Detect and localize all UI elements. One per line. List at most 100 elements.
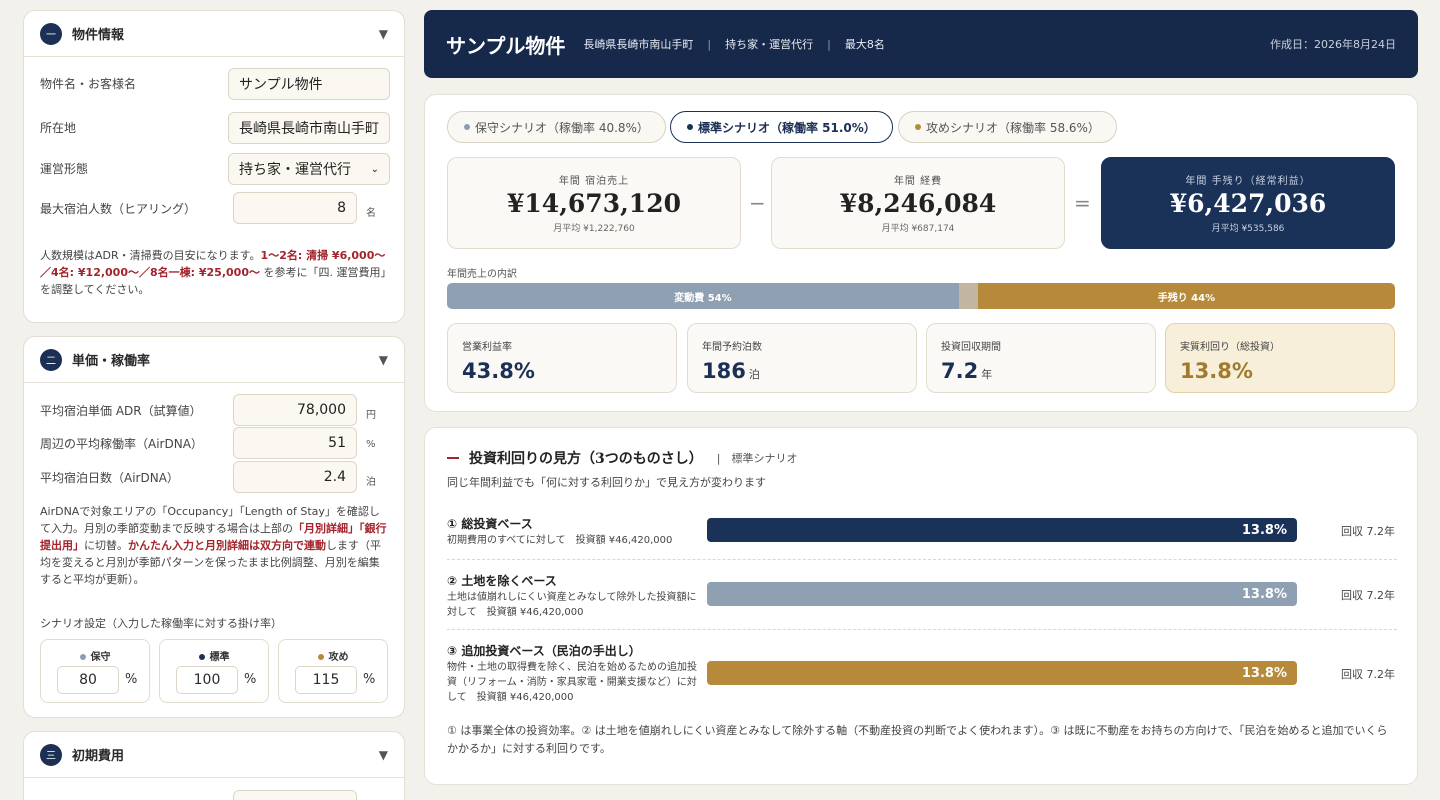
property-info-header[interactable]: 一 物件情報 ▼	[24, 11, 404, 57]
kpi-value: 43.8%	[462, 359, 676, 383]
property-name-input[interactable]: サンプル物件	[228, 68, 390, 100]
kpi-unit: 泊	[748, 368, 760, 381]
section-number-badge: 三	[40, 743, 62, 766]
field-label: 周辺の平均稼働率（AirDNA）	[40, 437, 203, 451]
annual-expense-box: 年間 経費 ¥8,246,084 月平均 ¥687,174	[771, 157, 1065, 249]
yield-subtitle: 同じ年間利益でも「何に対する利回りか」で見え方が変わります	[447, 476, 766, 489]
kpi-unit: 年	[981, 368, 993, 381]
address-input[interactable]: 長崎県長崎市南山手町	[228, 112, 390, 144]
scenario-aggressive: 攻め 115 %	[278, 639, 388, 703]
revenue-monthly: 月平均 ¥1,222,760	[553, 224, 635, 234]
annual-profit-box: 年間 手残り（経常利益） ¥6,427,036 月平均 ¥535,586	[1101, 157, 1395, 249]
kpi-caption: 投資回収期間	[941, 342, 1001, 353]
tab-conservative-scenario[interactable]: 保守シナリオ（稼働率 40.8%）	[447, 111, 666, 143]
percent-unit: %	[363, 672, 376, 687]
scenario-conservative-input[interactable]: 80	[57, 666, 119, 694]
other-segment	[958, 283, 978, 309]
unit-label: %	[366, 439, 376, 450]
tab-label: 保守シナリオ（稼働率 40.8%）	[475, 120, 649, 135]
revenue-value: ¥14,673,120	[507, 189, 681, 218]
length-of-stay-input[interactable]: 2.4	[233, 461, 357, 493]
scenario-setting-label: シナリオ設定（入力した稼働率に対する掛け率）	[40, 617, 282, 630]
airdna-note: AirDNAで対象エリアの「Occupancy」「Length of Stay」…	[40, 503, 390, 588]
kpi-caption: 年間予約泊数	[702, 342, 762, 353]
initial-cost-input[interactable]	[233, 790, 357, 800]
max-guests-input[interactable]: 8	[233, 192, 357, 224]
scenario-name: 標準	[209, 652, 230, 663]
yield-title: 投資利回りの見方（3つのものさし）	[469, 451, 703, 467]
rates-card: 二 単価・稼働率 ▼ 平均宿泊単価 ADR（試算値） 78,000 円 周辺の平…	[23, 336, 405, 718]
select-value: 持ち家・運営代行	[239, 162, 351, 178]
scenario-standard-input[interactable]: 100	[176, 666, 238, 694]
scenario-standard: 標準 100 %	[159, 639, 269, 703]
yield-payback: 回収 7.2年	[1341, 525, 1395, 538]
kpi-payback-period: 投資回収期間 7.2 年	[926, 323, 1156, 393]
tab-standard-scenario[interactable]: 標準シナリオ（稼働率 51.0%）	[670, 111, 893, 143]
variable-cost-segment: 変動費 54%	[447, 283, 959, 309]
divider	[447, 629, 1397, 630]
page-title: サンプル物件	[446, 33, 566, 58]
yield-bar-additional: 13.8%	[707, 661, 1297, 685]
tab-aggressive-scenario[interactable]: 攻めシナリオ（稼働率 58.6%）	[898, 111, 1117, 143]
yield-heading: 投資利回りの見方（3つのものさし） | 標準シナリオ	[447, 448, 797, 468]
initial-cost-card: 三 初期費用 ▼	[23, 731, 405, 800]
initial-cost-header[interactable]: 三 初期費用 ▼	[24, 732, 404, 778]
chevron-down-icon[interactable]: ▼	[379, 353, 388, 367]
expense-caption: 年間 経費	[893, 176, 943, 187]
note-highlight: かんたん入力と月別詳細は双方向で連動	[128, 539, 326, 552]
profit-caption: 年間 手残り（経常利益）	[1185, 176, 1311, 187]
yield-bar-total: 13.8%	[707, 518, 1297, 542]
note-text: 人数規模はADR・清掃費の目安になります。	[40, 249, 261, 262]
tab-label: 標準シナリオ（稼働率 51.0%）	[698, 120, 876, 135]
section-title: 物件情報	[72, 28, 125, 43]
yield-payback: 回収 7.2年	[1341, 668, 1395, 681]
header-capacity: 最大8名	[844, 38, 885, 51]
minus-sign: −	[749, 191, 766, 215]
separator: |	[707, 37, 712, 51]
field-label: 平均宿泊日数（AirDNA）	[40, 471, 179, 485]
kpi-operating-margin: 営業利益率 43.8%	[447, 323, 677, 393]
dot-icon	[687, 124, 693, 130]
dot-icon	[915, 124, 921, 130]
kpi-number: 186	[702, 359, 746, 383]
yield-footnote: ① は事業全体の投資効率。② は土地を値崩れしにくい資産とみなして除外する軸（不…	[447, 724, 1388, 755]
yield-row-desc: 土地は値崩れしにくい資産とみなして除外した投資額に対して 投資額 ¥46,420…	[447, 592, 697, 618]
yield-row-desc: 初期費用のすべてに対して 投資額 ¥46,420,000	[447, 535, 673, 546]
summary-panel: 保守シナリオ（稼働率 40.8%） 標準シナリオ（稼働率 51.0%） 攻めシナ…	[424, 94, 1418, 412]
breakdown-label: 年間売上の内訳	[447, 269, 517, 280]
kpi-number: 7.2	[941, 359, 979, 383]
unit-label: 円	[366, 410, 376, 421]
yield-panel: 投資利回りの見方（3つのものさし） | 標準シナリオ 同じ年間利益でも「何に対す…	[424, 427, 1418, 785]
report-header: サンプル物件 長崎県長崎市南山手町 | 持ち家・運営代行 | 最大8名 作成日：…	[424, 10, 1418, 78]
adr-input[interactable]: 78,000	[233, 394, 357, 426]
profit-segment: 手残り 44%	[977, 283, 1395, 309]
field-label: 物件名・お客様名	[40, 77, 137, 91]
percent-unit: %	[244, 672, 257, 687]
property-info-card: 一 物件情報 ▼ 物件名・お客様名 サンプル物件 所在地 長崎県長崎市南山手町 …	[23, 10, 405, 323]
kpi-annual-nights: 年間予約泊数 186 泊	[687, 323, 917, 393]
kpi-caption: 実質利回り（総投資）	[1180, 342, 1280, 353]
scenario-aggressive-input[interactable]: 115	[295, 666, 357, 694]
percent-unit: %	[125, 672, 138, 687]
rates-header[interactable]: 二 単価・稼働率 ▼	[24, 337, 404, 383]
kpi-number: 43.8%	[462, 359, 535, 383]
dot-icon	[198, 654, 205, 660]
chevron-down-icon[interactable]: ▼	[379, 748, 388, 762]
operation-type-select[interactable]: 持ち家・運営代行 ⌄	[228, 153, 390, 185]
dot-icon	[79, 654, 86, 660]
created-date: 作成日：2026年8月24日	[1270, 38, 1396, 51]
chevron-down-icon[interactable]: ▼	[379, 27, 388, 41]
header-location: 長崎県長崎市南山手町	[583, 38, 694, 51]
expense-value: ¥8,246,084	[839, 189, 997, 218]
scenario-conservative: 保守 80 %	[40, 639, 150, 703]
scenario-name: 保守	[90, 652, 111, 663]
yield-row-title: ① 総投資ベース	[447, 517, 533, 531]
yield-scenario: | 標準シナリオ	[716, 452, 798, 465]
occupancy-input[interactable]: 51	[233, 427, 357, 459]
yield-payback: 回収 7.2年	[1341, 589, 1395, 602]
kpi-value: 13.8%	[1180, 359, 1394, 383]
tab-label: 攻めシナリオ（稼働率 58.6%）	[926, 120, 1100, 135]
unit-label: 名	[366, 208, 376, 219]
field-label: 最大宿泊人数（ヒアリング）	[40, 202, 197, 216]
kpi-value: 7.2 年	[941, 359, 1155, 383]
